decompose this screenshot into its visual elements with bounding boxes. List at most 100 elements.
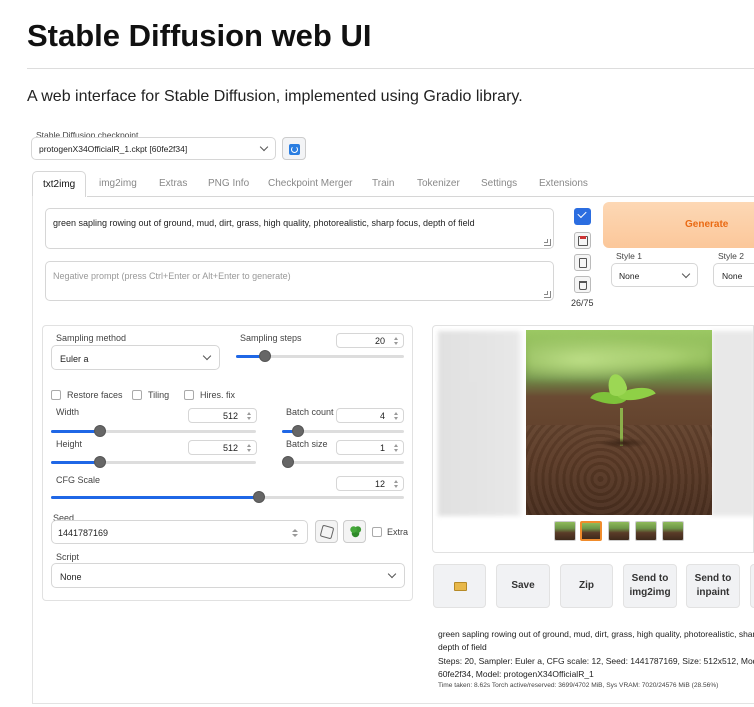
slider-handle[interactable] (291, 425, 304, 437)
height-slider[interactable] (51, 456, 256, 468)
hires-fix-checkbox[interactable] (184, 390, 194, 400)
batch-count-input[interactable]: 4 (336, 408, 404, 423)
script-dropdown[interactable]: None (51, 563, 405, 588)
style1-dropdown[interactable]: None (611, 263, 698, 287)
clear-prompt-button[interactable] (574, 276, 591, 293)
width-slider[interactable] (51, 425, 256, 437)
width-value: 512 (222, 411, 238, 421)
batch-size-value: 1 (379, 443, 385, 453)
tab-tokenizer[interactable]: Tokenizer (417, 171, 460, 197)
generated-image[interactable] (526, 330, 712, 515)
tab-img2img[interactable]: img2img (99, 171, 137, 197)
width-label: Width (56, 407, 80, 417)
cfg-scale-input[interactable]: 12 (336, 476, 404, 491)
chevron-down-icon (259, 142, 269, 152)
random-seed-button[interactable] (315, 520, 338, 543)
resize-handle-icon[interactable] (544, 291, 551, 298)
chevron-down-icon (387, 569, 397, 579)
refresh-checkpoint-button[interactable] (282, 137, 306, 160)
token-counter: 26/75 (571, 298, 594, 308)
paste-button[interactable] (574, 254, 591, 271)
send-to-img2img-button[interactable]: Send to img2img (623, 564, 677, 608)
cfg-scale-slider[interactable] (51, 491, 404, 503)
save-style-button[interactable] (574, 232, 591, 249)
tiling-label: Tiling (148, 390, 170, 400)
restore-faces-checkbox[interactable] (51, 390, 61, 400)
sampling-steps-input[interactable]: 20 (336, 333, 404, 348)
generation-info-timing: Time taken: 8.62s Torch active/reserved:… (438, 682, 719, 689)
send-to-extras-button[interactable] (750, 564, 754, 608)
tab-extensions[interactable]: Extensions (539, 171, 588, 197)
seed-input[interactable]: 1441787169 (51, 520, 308, 544)
folder-icon (454, 582, 467, 591)
panel-border-bottom (32, 703, 754, 704)
width-input[interactable]: 512 (188, 408, 257, 423)
height-label: Height (56, 439, 83, 449)
spinner-icon[interactable] (246, 444, 252, 452)
open-folder-button[interactable] (433, 564, 486, 608)
tab-checkpoint-merger[interactable]: Checkpoint Merger (268, 171, 352, 197)
generate-button[interactable]: Generate (603, 202, 754, 248)
style2-value: None (722, 271, 743, 281)
generation-info-prompt: green sapling rowing out of ground, mud,… (438, 629, 754, 639)
spinner-icon[interactable] (246, 412, 252, 420)
page-subtitle: A web interface for Stable Diffusion, im… (27, 88, 523, 105)
slider-fill (51, 461, 101, 464)
batch-size-input[interactable]: 1 (336, 440, 404, 455)
negative-prompt-textarea[interactable]: Negative prompt (press Ctrl+Enter or Alt… (45, 261, 554, 301)
spinner-icon[interactable] (393, 412, 399, 420)
cfg-scale-value: 12 (374, 479, 385, 489)
save-button[interactable]: Save (496, 564, 550, 608)
zip-button[interactable]: Zip (560, 564, 613, 608)
checkpoint-dropdown[interactable]: protogenX34OfficialR_1.ckpt [60fe2f34] (31, 137, 276, 160)
script-value: None (60, 572, 82, 582)
page-title: Stable Diffusion web UI (27, 18, 372, 53)
spinner-icon[interactable] (292, 529, 298, 537)
sampling-steps-value: 20 (374, 336, 385, 346)
tiling-checkbox[interactable] (132, 390, 142, 400)
spinner-icon[interactable] (393, 444, 399, 452)
gallery-thumbnail[interactable] (554, 521, 576, 541)
interrupt-check-button[interactable] (574, 208, 591, 225)
title-divider (27, 68, 754, 69)
send-to-inpaint-button[interactable]: Send to inpaint (686, 564, 740, 608)
tab-png-info[interactable]: PNG Info (208, 171, 249, 197)
gallery-thumbnail[interactable] (662, 521, 684, 541)
batch-size-slider[interactable] (282, 456, 404, 468)
slider-handle[interactable] (282, 456, 294, 468)
tab-train[interactable]: Train (372, 171, 394, 197)
tab-settings[interactable]: Settings (481, 171, 517, 197)
slider-handle[interactable] (258, 350, 271, 362)
prompt-text: green sapling rowing out of ground, mud,… (53, 218, 475, 228)
spinner-icon[interactable] (393, 337, 399, 345)
slider-fill (51, 496, 260, 499)
gallery-thumbnail-selected[interactable] (580, 521, 602, 541)
tab-extras[interactable]: Extras (159, 171, 187, 197)
negative-prompt-placeholder: Negative prompt (press Ctrl+Enter or Alt… (53, 271, 291, 281)
output-gallery (432, 325, 754, 553)
prompt-textarea[interactable]: green sapling rowing out of ground, mud,… (45, 208, 554, 249)
trash-icon (579, 281, 587, 290)
zip-label: Zip (579, 580, 594, 591)
recycle-icon (349, 525, 362, 538)
gallery-thumbnail[interactable] (635, 521, 657, 541)
tab-txt2img[interactable]: txt2img (32, 171, 87, 197)
spinner-icon[interactable] (393, 480, 399, 488)
gallery-thumbnail[interactable] (608, 521, 630, 541)
batch-count-value: 4 (379, 411, 385, 421)
height-input[interactable]: 512 (188, 440, 257, 455)
reuse-seed-button[interactable] (343, 520, 366, 543)
seed-value: 1441787169 (58, 528, 109, 538)
sampling-steps-slider[interactable] (236, 350, 404, 362)
style1-value: None (619, 271, 640, 281)
batch-count-slider[interactable] (282, 425, 404, 437)
resize-handle-icon[interactable] (544, 239, 551, 246)
style2-dropdown[interactable]: None (713, 263, 754, 287)
extra-seed-checkbox[interactable] (372, 527, 382, 537)
sampling-method-dropdown[interactable]: Euler a (51, 345, 220, 370)
panel-border (32, 196, 33, 703)
sampling-steps-label: Sampling steps (240, 333, 302, 343)
batch-size-label: Batch size (286, 439, 328, 449)
restore-faces-label: Restore faces (67, 390, 123, 400)
chevron-down-icon (202, 351, 212, 361)
